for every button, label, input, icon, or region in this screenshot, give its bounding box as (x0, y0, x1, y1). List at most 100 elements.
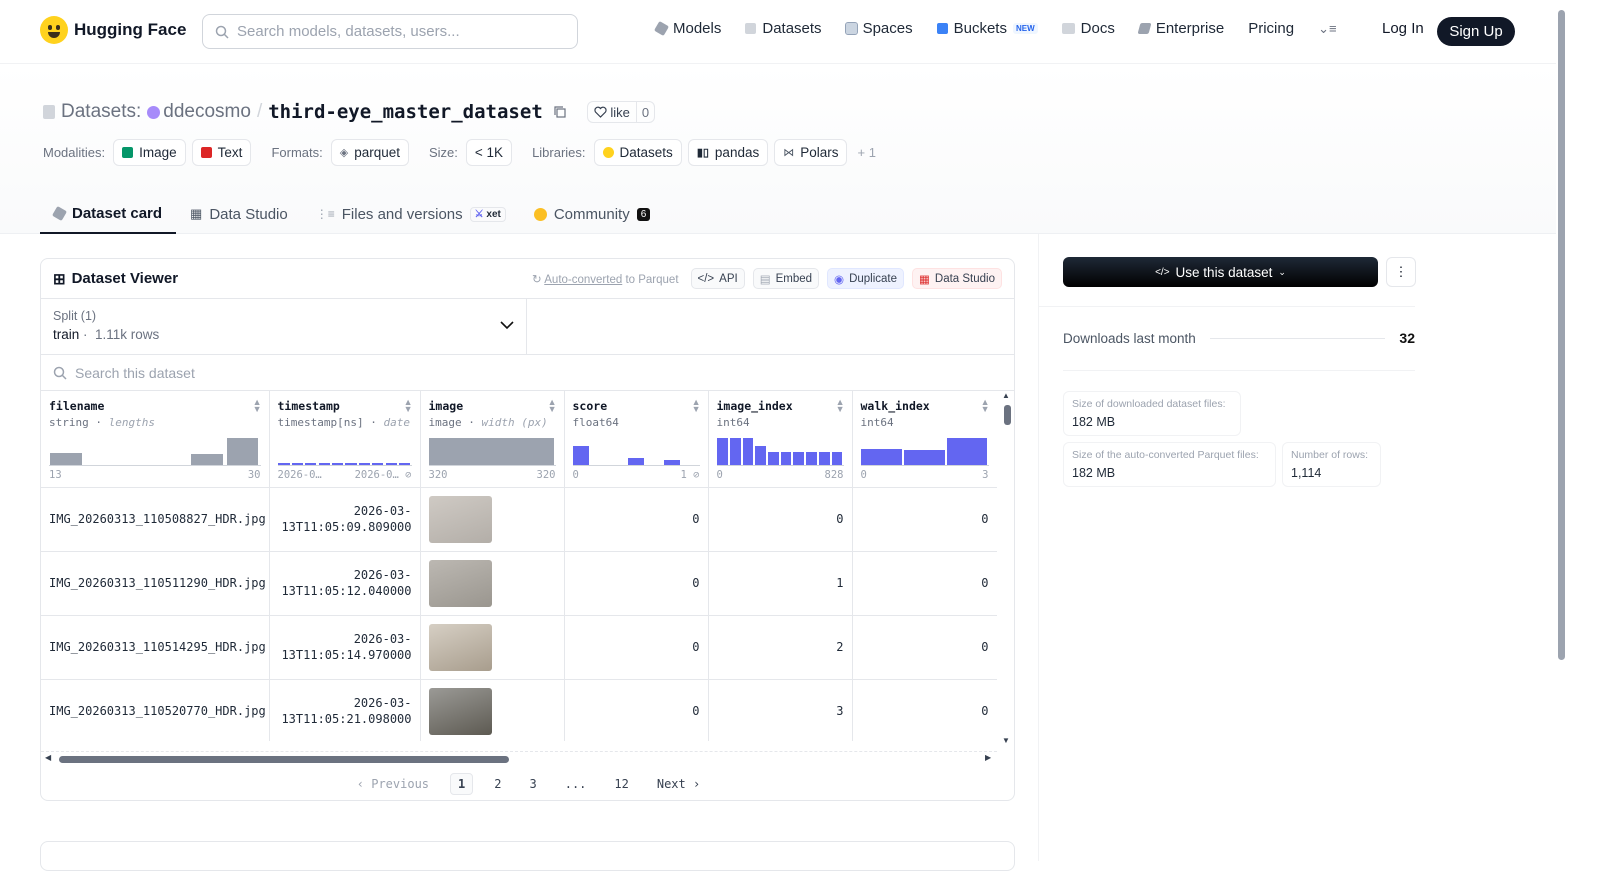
more-options-button[interactable]: ⋮ (1386, 257, 1416, 287)
sort-icon[interactable]: ▲ ▼ (253, 398, 262, 414)
histogram-bar[interactable] (861, 448, 902, 465)
histogram-bar[interactable] (226, 438, 259, 465)
dataset-name[interactable]: third-eye_master_dataset (268, 101, 543, 123)
cell-image[interactable] (420, 487, 565, 552)
cell-walk-index[interactable]: 0 (852, 551, 997, 616)
histogram-bar[interactable] (385, 463, 397, 465)
page-12[interactable]: 12 (607, 774, 635, 794)
image-thumbnail[interactable] (428, 559, 492, 607)
column-header-filename[interactable]: filename string · lengths ▲ ▼ 13 30 (41, 391, 270, 488)
page-3[interactable]: 3 (522, 774, 543, 794)
histogram-bar[interactable] (780, 451, 792, 465)
cell-filename[interactable]: IMG_20260313_110508827_HDR.jpg (41, 487, 270, 552)
tag-datasets[interactable]: Datasets (593, 139, 682, 166)
sort-icon[interactable]: ▲ ▼ (981, 398, 990, 414)
tag-image[interactable]: Image (113, 139, 186, 166)
tag-polars[interactable]: ⋈ Polars (774, 139, 848, 166)
histogram-bar[interactable] (903, 450, 945, 465)
histogram-bar[interactable] (291, 463, 303, 465)
nav-docs[interactable]: Docs (1061, 20, 1115, 37)
nav-pricing[interactable]: Pricing (1248, 20, 1294, 37)
histogram-bar[interactable] (398, 463, 411, 465)
cell-walk-index[interactable]: 0 (852, 487, 997, 552)
cell-timestamp[interactable]: 2026-03- 13T11:05:21.098000 (269, 679, 421, 741)
libraries-more[interactable]: + 1 (857, 145, 875, 160)
data-studio-button[interactable]: ▦ Data Studio (912, 268, 1002, 289)
histogram-bar[interactable] (663, 459, 681, 465)
duplicate-button[interactable]: ◉ Duplicate (827, 268, 905, 289)
histogram-bar[interactable] (946, 438, 988, 465)
cell-timestamp[interactable]: 2026-03- 13T11:05:12.040000 (269, 551, 421, 616)
sort-icon[interactable]: ▲ ▼ (404, 398, 413, 414)
cell-timestamp[interactable]: 2026-03- 13T11:05:09.809000 (269, 487, 421, 552)
sort-icon[interactable]: ▲ ▼ (692, 398, 701, 414)
vertical-scrollbar[interactable]: ▲ ▼ (1000, 391, 1014, 746)
column-header-image_index[interactable]: image_index int64 ▲ ▼ 0 828 (708, 391, 853, 488)
scroll-right-icon[interactable]: ▶ (985, 753, 991, 762)
histogram-bar[interactable] (806, 451, 817, 465)
histogram-bar[interactable] (278, 463, 290, 465)
cell-image-index[interactable]: 2 (708, 615, 853, 680)
histogram-bar[interactable] (191, 454, 224, 465)
histogram-bar[interactable] (627, 458, 644, 465)
tag-text[interactable]: Text (191, 139, 252, 166)
cell-image[interactable] (420, 551, 565, 616)
histogram-bar[interactable] (331, 463, 344, 465)
tag-size[interactable]: < 1K (465, 139, 513, 166)
tab-data-studio[interactable]: ▦ Data Studio (176, 194, 302, 234)
auto-converted-link[interactable]: Auto-converted (544, 274, 622, 286)
image-thumbnail[interactable] (428, 495, 492, 543)
histogram-bar[interactable] (345, 463, 357, 465)
column-header-walk_index[interactable]: walk_index int64 ▲ ▼ 0 3 (852, 391, 997, 488)
histogram-bar[interactable] (358, 463, 370, 465)
signup-button[interactable]: Sign Up (1437, 17, 1515, 46)
vertical-scroll-thumb[interactable] (1004, 405, 1011, 425)
cell-filename[interactable]: IMG_20260313_110511290_HDR.jpg (41, 551, 270, 616)
tab-community[interactable]: Community 6 (520, 194, 664, 234)
tab-files[interactable]: ⋮≡ Files and versions ⚔ xet (302, 194, 520, 234)
histogram-bar[interactable] (729, 438, 741, 465)
scroll-down-icon[interactable]: ▼ (1002, 736, 1010, 745)
like-button[interactable]: like 0 (586, 101, 656, 123)
image-thumbnail[interactable] (428, 687, 492, 735)
histogram-bar[interactable] (831, 451, 843, 465)
cell-walk-index[interactable]: 0 (852, 615, 997, 680)
api-button[interactable]: </> API (690, 268, 745, 289)
image-thumbnail[interactable] (428, 623, 492, 671)
cell-image-index[interactable]: 1 (708, 551, 853, 616)
embed-button[interactable]: ▤ Embed (752, 268, 820, 289)
dataset-search[interactable] (41, 355, 1014, 391)
split-selector[interactable]: Split (1) train · 1.11k rows (41, 299, 527, 354)
histogram-bar[interactable] (768, 451, 779, 465)
nav-datasets[interactable]: Datasets (745, 20, 822, 37)
cell-score[interactable]: 0 (564, 615, 709, 680)
global-search[interactable] (202, 14, 578, 49)
more-menu-icon[interactable]: ⌄≡ (1318, 21, 1336, 37)
nav-models[interactable]: Models (653, 20, 721, 37)
cell-filename[interactable]: IMG_20260313_110520770_HDR.jpg (41, 679, 270, 741)
horizontal-scrollbar[interactable]: ◀ ▶ (41, 751, 997, 765)
next-page-button[interactable]: Next › (650, 774, 707, 794)
copy-icon[interactable] (553, 105, 567, 119)
scroll-up-icon[interactable]: ▲ (1002, 391, 1010, 400)
column-header-score[interactable]: score float64 ▲ ▼ 0 1 ⊘ (564, 391, 709, 488)
column-header-image[interactable]: image image · width (px) ▲ ▼ 320 320 (420, 391, 565, 488)
sort-icon[interactable]: ▲ ▼ (548, 398, 557, 414)
histogram-bar[interactable] (573, 446, 590, 465)
sort-icon[interactable]: ▲ ▼ (836, 398, 845, 414)
dataset-search-input[interactable] (75, 364, 475, 381)
histogram-bar[interactable] (305, 463, 317, 465)
histogram-bar[interactable] (755, 446, 767, 465)
prev-page-button[interactable]: ‹ Previous (350, 774, 436, 794)
cell-image-index[interactable]: 3 (708, 679, 853, 741)
cell-score[interactable]: 0 (564, 487, 709, 552)
cell-walk-index[interactable]: 0 (852, 679, 997, 741)
histogram-bar[interactable] (429, 438, 555, 465)
cell-score[interactable]: 0 (564, 551, 709, 616)
histogram-bar[interactable] (793, 451, 805, 465)
cell-timestamp[interactable]: 2026-03- 13T11:05:14.970000 (269, 615, 421, 680)
cell-image-index[interactable]: 0 (708, 487, 853, 552)
breadcrumb-section[interactable]: Datasets: (61, 101, 141, 123)
brand-logo[interactable]: Hugging Face (40, 16, 186, 44)
use-dataset-button[interactable]: </> Use this dataset ⌄ (1063, 257, 1378, 287)
